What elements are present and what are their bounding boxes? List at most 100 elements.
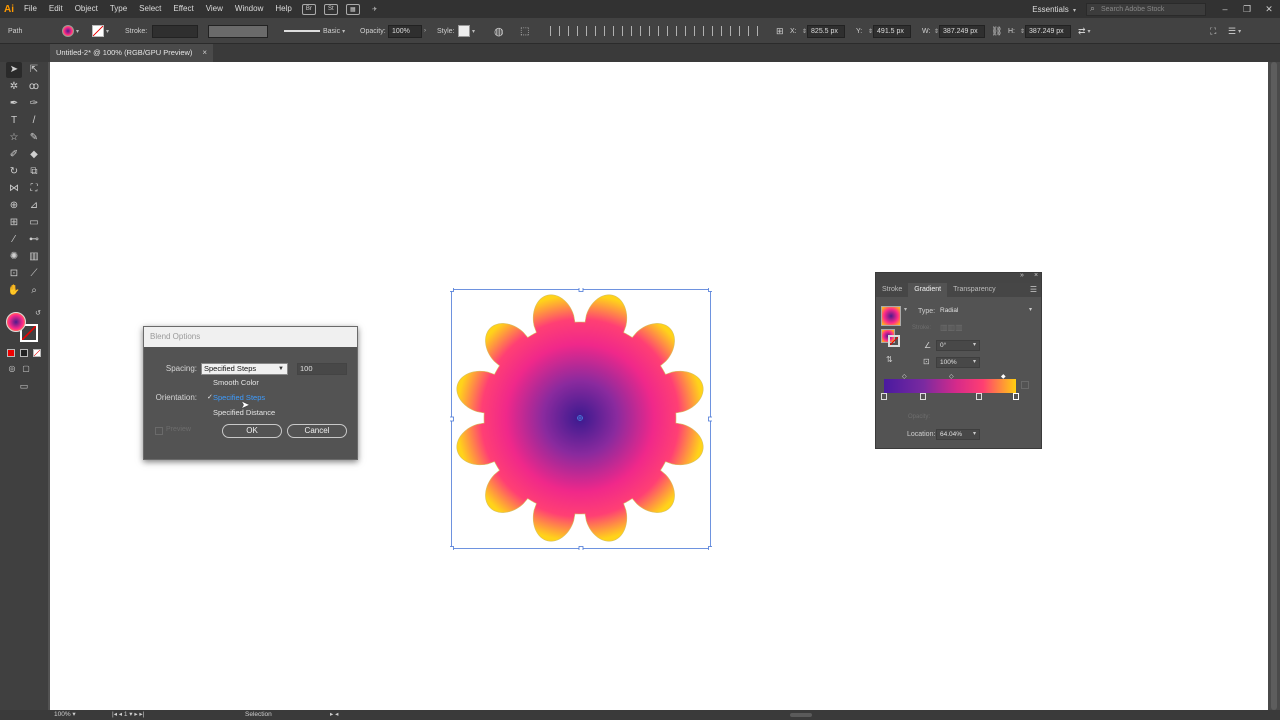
symbol-sprayer-icon[interactable]: ✺ [6,249,22,265]
swap-colors-icon[interactable]: ↺ [30,306,46,322]
magic-wand-icon[interactable]: ✲ [6,79,22,95]
pen-icon[interactable]: ✒ [6,96,22,112]
tab-transparency[interactable]: Transparency [947,283,1002,297]
gradient-tool-icon[interactable]: ▭ [26,215,42,231]
paintbrush-icon[interactable]: ✎ [26,130,42,146]
transform-icon[interactable]: ⇄ ▾ [1078,18,1091,44]
align-top-icon[interactable] [604,26,614,36]
arrange-documents-icon[interactable]: ▦ [345,3,360,15]
distribute-middle-icon[interactable] [676,26,686,36]
ok-button[interactable]: OK [222,424,282,438]
type-icon[interactable]: T [6,113,22,129]
close-tab-icon[interactable]: × [202,44,207,62]
fill-color-icon[interactable] [6,312,26,332]
opacity-field[interactable]: 100% [388,24,422,38]
stock-icon[interactable]: St [323,3,338,15]
menu-object[interactable]: Object [69,0,104,18]
rotate-icon[interactable]: ↻ [6,164,22,180]
free-transform-icon[interactable]: ⛶ [26,181,42,197]
menu-file[interactable]: File [18,0,43,18]
stroke-weight-field[interactable] [152,24,198,38]
gradient-stop[interactable] [920,393,926,400]
reference-point-icon[interactable]: ⊞ [776,18,784,44]
menu-view[interactable]: View [200,0,229,18]
type-dropdown[interactable]: Radial ▾ [937,306,1035,317]
collapse-panel-icon[interactable]: » [1020,272,1024,279]
cancel-button[interactable]: Cancel [287,424,347,438]
close-panel-icon[interactable]: × [1034,272,1038,279]
star-icon[interactable]: ☆ [6,130,22,146]
color-mode-icon[interactable] [7,349,15,357]
variable-width-field[interactable] [208,24,268,38]
menu-window[interactable]: Window [229,0,269,18]
recolor-icon[interactable]: ◍ [494,18,504,44]
vertical-scroll-thumb[interactable] [1271,62,1277,710]
shaper-icon[interactable]: ✐ [6,147,22,163]
gpu-performance-icon[interactable]: ✈ [368,4,382,15]
stock-search-input[interactable]: Search Adobe Stock [1086,2,1206,16]
height-field[interactable]: 387.249 px [1025,24,1072,38]
stroke-thumbnail[interactable] [888,335,900,347]
menu-select[interactable]: Select [133,0,167,18]
menu-help[interactable]: Help [269,0,297,18]
arrange-icon[interactable]: ⛶ [1210,18,1216,44]
workspace-switcher[interactable]: Essentials ▾ [1022,5,1086,14]
artboard-navigation[interactable]: |◂ ◂ 1 ▾ ▸ ▸| [112,710,144,720]
eyedropper-icon[interactable]: ⁄ [6,232,22,248]
direct-selection-icon[interactable]: ⇱ [26,62,42,78]
zoom-icon[interactable]: ⌕ [26,283,42,299]
gradient-slider[interactable] [884,379,1016,393]
width-field[interactable]: 387.249 px [939,24,986,38]
align-middle-icon[interactable] [622,26,632,36]
blend-icon[interactable]: ⊷ [26,232,42,248]
status-arrows[interactable]: ▸ ◂ [330,710,338,720]
steps-field[interactable]: 100 [297,363,347,375]
distribute-right-icon[interactable] [748,26,758,36]
selection-tool-icon[interactable]: ➤ [6,62,22,78]
panel-menu-icon[interactable]: ☰ ▾ [1228,18,1241,44]
bridge-icon[interactable]: Br [301,3,316,15]
stroke-swatch[interactable] [92,25,104,37]
graphic-style-swatch[interactable] [458,25,470,37]
fill-swatch[interactable] [62,25,74,37]
none-mode-icon[interactable] [33,349,41,357]
vertical-scrollbar[interactable] [1268,62,1280,710]
document-tab[interactable]: Untitled-2* @ 100% (RGB/GPU Preview) × [50,44,214,62]
option-specified-steps[interactable]: ✓ Specified Steps [207,393,265,402]
gradient-stop[interactable] [976,393,982,400]
align-right-icon[interactable] [586,26,596,36]
preview-checkbox[interactable] [155,427,163,435]
y-field[interactable]: 491.5 px [873,24,912,38]
width-tool-icon[interactable]: ⋈ [6,181,22,197]
panel-menu-icon[interactable]: ☰ [1030,283,1037,297]
minimize-icon[interactable]: – [1214,4,1236,14]
menu-type[interactable]: Type [104,0,133,18]
option-smooth-color[interactable]: Smooth Color [213,378,259,387]
align-center-icon[interactable] [568,26,578,36]
spacing-dropdown[interactable]: Specified Steps ▼ [201,363,288,375]
eraser-icon[interactable]: ◆ [26,147,42,163]
hand-icon[interactable]: ✋ [6,283,22,299]
align-to-icon[interactable]: ⬚ [520,18,529,44]
gradient-thumbnail[interactable] [881,306,901,326]
distribute-left-icon[interactable] [712,26,722,36]
angle-field[interactable]: 0° ▾ [936,340,980,351]
menu-effect[interactable]: Effect [167,0,199,18]
reverse-gradient-icon[interactable]: ⇅ [886,355,893,364]
zoom-level[interactable]: 100% ▾ [54,710,76,720]
shape-builder-icon[interactable]: ⊕ [6,198,22,214]
x-field[interactable]: 825.5 px [807,24,846,38]
gradient-stop[interactable] [881,393,887,400]
screen-mode-icon[interactable]: ▢ [18,361,34,377]
mesh-icon[interactable]: ⊞ [6,215,22,231]
close-window-icon[interactable]: ✕ [1258,4,1280,15]
horizontal-scroll-thumb[interactable] [790,713,812,717]
gradient-mode-icon[interactable] [20,349,28,357]
scale-icon[interactable]: ⧉ [26,164,42,180]
restore-icon[interactable]: ❐ [1236,4,1258,15]
lasso-icon[interactable]: ꝏ [26,79,42,95]
gear-artwork[interactable] [450,288,712,550]
location-field[interactable]: 64.04% ▾ [936,429,980,440]
constrain-proportions-icon[interactable]: ⛓ [991,18,1002,44]
distribute-top-icon[interactable] [658,26,668,36]
